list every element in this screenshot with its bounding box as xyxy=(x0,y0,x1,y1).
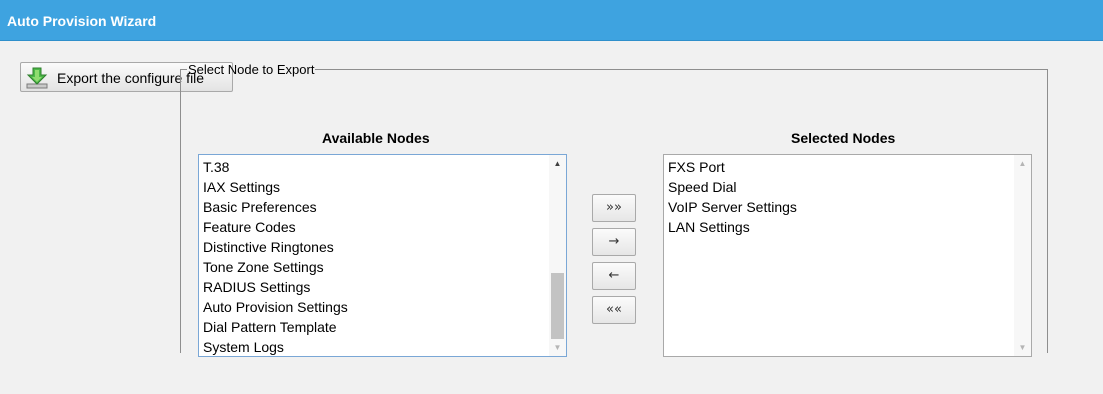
list-item[interactable]: IAX Settings xyxy=(203,177,566,197)
list-item[interactable]: Distinctive Ringtones xyxy=(203,237,566,257)
scroll-down-icon[interactable]: ▼ xyxy=(1014,339,1031,356)
title-bar: Auto Provision Wizard xyxy=(0,0,1103,41)
list-item[interactable]: Basic Preferences xyxy=(203,197,566,217)
scroll-down-icon[interactable]: ▼ xyxy=(549,339,566,356)
selected-scrollbar[interactable]: ▲ ▼ xyxy=(1014,155,1031,356)
list-item[interactable]: Speed Dial xyxy=(668,177,1031,197)
available-scrollbar[interactable]: ▲ ▼ xyxy=(549,155,566,356)
available-nodes-header: Available Nodes xyxy=(322,130,430,146)
available-nodes-list[interactable]: T.38 IAX Settings Basic Preferences Feat… xyxy=(198,154,567,357)
remove-selected-button[interactable]: ← xyxy=(592,262,636,290)
remove-all-button[interactable]: «« xyxy=(592,296,636,324)
download-arrow-icon xyxy=(26,67,48,89)
list-item[interactable]: LAN Settings xyxy=(668,217,1031,237)
list-item[interactable]: System Logs xyxy=(203,337,566,356)
scroll-up-icon[interactable]: ▲ xyxy=(549,155,566,172)
selected-nodes-items: FXS Port Speed Dial VoIP Server Settings… xyxy=(664,155,1031,237)
selected-nodes-header: Selected Nodes xyxy=(791,130,896,146)
list-item[interactable]: VoIP Server Settings xyxy=(668,197,1031,217)
list-item[interactable]: Tone Zone Settings xyxy=(203,257,566,277)
list-item[interactable]: Auto Provision Settings xyxy=(203,297,566,317)
list-item[interactable]: RADIUS Settings xyxy=(203,277,566,297)
add-selected-button[interactable]: → xyxy=(592,228,636,256)
fieldset-legend: Select Node to Export xyxy=(188,62,315,77)
list-item[interactable]: Dial Pattern Template xyxy=(203,317,566,337)
list-item[interactable]: Feature Codes xyxy=(203,217,566,237)
selected-nodes-list[interactable]: FXS Port Speed Dial VoIP Server Settings… xyxy=(663,154,1032,357)
list-item[interactable]: T.38 xyxy=(203,157,566,177)
add-all-button[interactable]: »» xyxy=(592,194,636,222)
scroll-thumb[interactable] xyxy=(551,273,564,339)
list-item[interactable]: FXS Port xyxy=(668,157,1031,177)
available-nodes-items: T.38 IAX Settings Basic Preferences Feat… xyxy=(199,155,566,356)
window-title: Auto Provision Wizard xyxy=(7,13,157,29)
scroll-up-icon[interactable]: ▲ xyxy=(1014,155,1031,172)
